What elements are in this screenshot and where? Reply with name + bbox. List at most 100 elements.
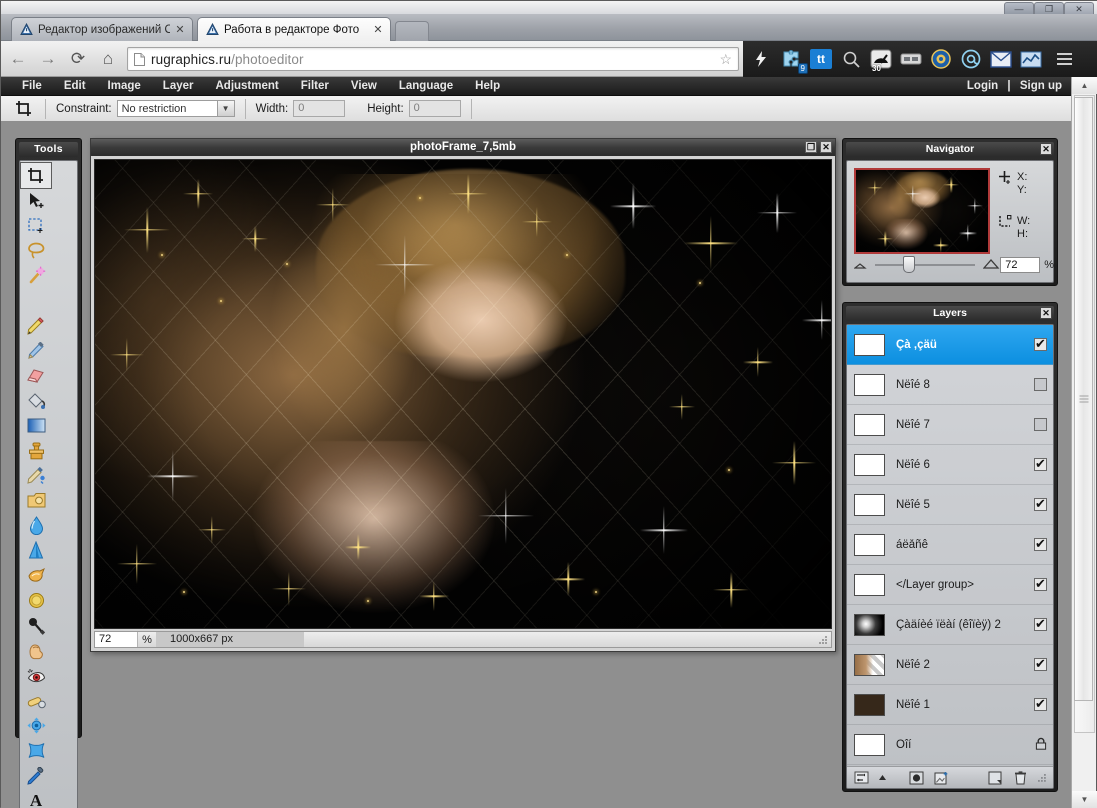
tool-paint-bucket[interactable] bbox=[21, 388, 51, 413]
layer-row[interactable]: áëåñê bbox=[847, 525, 1053, 565]
navigator-zoom-slider[interactable]: 72 % bbox=[853, 256, 1054, 274]
tool-crop[interactable] bbox=[20, 162, 52, 189]
layer-visibility-checkbox[interactable] bbox=[1034, 418, 1047, 431]
menu-layer[interactable]: Layer bbox=[152, 77, 205, 96]
constraint-select[interactable]: No restriction ▼ bbox=[116, 100, 235, 117]
tool-pinch-hand[interactable] bbox=[21, 638, 51, 663]
forward-icon[interactable]: → bbox=[35, 46, 61, 72]
layer-visibility-checkbox[interactable] bbox=[1034, 696, 1047, 711]
tool-red-eye[interactable] bbox=[21, 663, 51, 688]
new-layer-button[interactable] bbox=[987, 770, 1003, 786]
delete-layer-button[interactable] bbox=[1012, 770, 1028, 786]
layer-row[interactable]: Ñëîé 6 bbox=[847, 445, 1053, 485]
tool-move[interactable] bbox=[21, 188, 51, 213]
navigator-zoom-input[interactable]: 72 bbox=[1000, 257, 1041, 273]
lock-icon[interactable] bbox=[1034, 737, 1047, 753]
new-tab-button[interactable] bbox=[395, 21, 429, 41]
tool-sponge[interactable] bbox=[21, 613, 51, 638]
target-circle-icon[interactable] bbox=[927, 45, 955, 73]
tool-blur[interactable] bbox=[21, 513, 51, 538]
reload-icon[interactable]: ⟳ bbox=[65, 46, 91, 72]
login-link[interactable]: Login bbox=[964, 80, 1001, 92]
bookmark-star-icon[interactable]: ☆ bbox=[719, 51, 732, 68]
browser-tab-2[interactable]: Работа в редакторе Фото ✕ bbox=[197, 17, 391, 41]
tool-dodge[interactable] bbox=[21, 563, 51, 588]
home-icon[interactable]: ⌂ bbox=[95, 46, 121, 72]
layer-row[interactable]: Ñëîé 1 bbox=[847, 685, 1053, 725]
layer-row[interactable]: Ôîí bbox=[847, 725, 1053, 765]
back-icon[interactable]: ← bbox=[5, 46, 31, 72]
add-mask-button[interactable] bbox=[908, 770, 924, 786]
menu-help[interactable]: Help bbox=[464, 77, 511, 96]
add-adjustment-button[interactable] bbox=[933, 770, 949, 786]
tt-extension-icon[interactable]: tt bbox=[807, 45, 835, 73]
layers-close-icon[interactable]: ✕ bbox=[1040, 307, 1052, 319]
layer-visibility-checkbox[interactable] bbox=[1034, 496, 1047, 511]
lightning-bolt-icon[interactable] bbox=[747, 45, 775, 73]
width-input[interactable]: 0 bbox=[293, 100, 346, 117]
hamburger-menu-icon[interactable] bbox=[1051, 45, 1077, 73]
address-bar[interactable]: rugraphics.ru/photoeditor ☆ bbox=[127, 47, 739, 71]
layer-visibility-checkbox[interactable] bbox=[1034, 656, 1047, 671]
tool-shape[interactable] bbox=[21, 488, 51, 513]
tool-smudge[interactable] bbox=[21, 463, 51, 488]
layer-visibility-checkbox[interactable] bbox=[1034, 576, 1047, 591]
resize-grip-icon[interactable] bbox=[1037, 770, 1047, 786]
tab-close-icon[interactable]: ✕ bbox=[372, 23, 384, 36]
browser-tab-1[interactable]: Редактор изображений О ✕ bbox=[11, 17, 193, 41]
signup-link[interactable]: Sign up bbox=[1017, 80, 1065, 92]
tool-stamp-clone[interactable] bbox=[21, 438, 51, 463]
tool-marquee-select[interactable] bbox=[21, 213, 51, 238]
menu-edit[interactable]: Edit bbox=[53, 77, 97, 96]
blending-options-button[interactable] bbox=[853, 770, 869, 786]
layer-visibility-checkbox[interactable] bbox=[1034, 456, 1047, 471]
zoom-in-icon[interactable] bbox=[982, 258, 1000, 272]
blending-arrow-button[interactable] bbox=[878, 770, 887, 786]
tool-eraser[interactable] bbox=[21, 363, 51, 388]
tool-gradient[interactable] bbox=[21, 413, 51, 438]
magnifier-icon[interactable] bbox=[837, 45, 865, 73]
navigator-thumbnail[interactable] bbox=[854, 168, 990, 254]
zoom-slider-thumb[interactable] bbox=[903, 256, 915, 273]
menu-adjustment[interactable]: Adjustment bbox=[204, 77, 289, 96]
chart-line-icon[interactable] bbox=[1017, 45, 1045, 73]
status-zoom-value[interactable]: 72 bbox=[95, 632, 138, 647]
tool-eyedropper[interactable] bbox=[21, 763, 51, 788]
speedometer-icon[interactable]: 30 bbox=[867, 45, 895, 73]
tool-burn[interactable] bbox=[21, 588, 51, 613]
tool-pinch-warp[interactable] bbox=[21, 713, 51, 738]
document-close-button[interactable]: ✕ bbox=[820, 141, 832, 153]
navigator-close-icon[interactable]: ✕ bbox=[1040, 143, 1052, 155]
image-canvas[interactable] bbox=[94, 159, 832, 629]
tool-pencil[interactable] bbox=[21, 313, 51, 338]
layer-visibility-checkbox[interactable] bbox=[1034, 378, 1047, 391]
layer-row[interactable]: Ñëîé 8 bbox=[847, 365, 1053, 405]
tool-brush[interactable] bbox=[21, 338, 51, 363]
menu-language[interactable]: Language bbox=[388, 77, 464, 96]
menu-view[interactable]: View bbox=[340, 77, 388, 96]
tool-lasso[interactable] bbox=[21, 238, 51, 263]
layer-visibility-checkbox[interactable] bbox=[1034, 616, 1047, 631]
menu-filter[interactable]: Filter bbox=[290, 77, 340, 96]
layer-row[interactable]: Ñëîé 7 bbox=[847, 405, 1053, 445]
scroll-down-arrow[interactable]: ▼ bbox=[1072, 791, 1097, 808]
layer-row[interactable]: </Layer group> bbox=[847, 565, 1053, 605]
tool-bloat[interactable] bbox=[21, 738, 51, 763]
scroll-up-arrow[interactable]: ▲ bbox=[1072, 77, 1097, 94]
layer-row[interactable]: Ñëîé 5 bbox=[847, 485, 1053, 525]
scrollbar-thumb[interactable] bbox=[1074, 97, 1093, 701]
tool-heal-patch[interactable] bbox=[21, 688, 51, 713]
document-restore-button[interactable]: ❐ bbox=[805, 141, 817, 153]
zoom-slider-track[interactable] bbox=[875, 256, 976, 273]
app-vertical-scrollbar[interactable]: ▲ ▼ bbox=[1071, 77, 1097, 808]
layer-row[interactable]: Çà ,çäü bbox=[847, 325, 1053, 365]
panels-icon[interactable] bbox=[897, 45, 925, 73]
layer-visibility-checkbox[interactable] bbox=[1034, 336, 1047, 351]
tool-magic-wand[interactable] bbox=[21, 263, 51, 288]
menu-file[interactable]: File bbox=[11, 77, 53, 96]
puzzle-extension-icon[interactable]: 9 bbox=[777, 45, 808, 74]
resize-grip-icon[interactable] bbox=[818, 635, 828, 645]
layer-row[interactable]: Ñëîé 2 bbox=[847, 645, 1053, 685]
chevron-down-icon[interactable]: ▼ bbox=[216, 101, 234, 116]
mail-envelope-icon[interactable] bbox=[987, 45, 1015, 73]
